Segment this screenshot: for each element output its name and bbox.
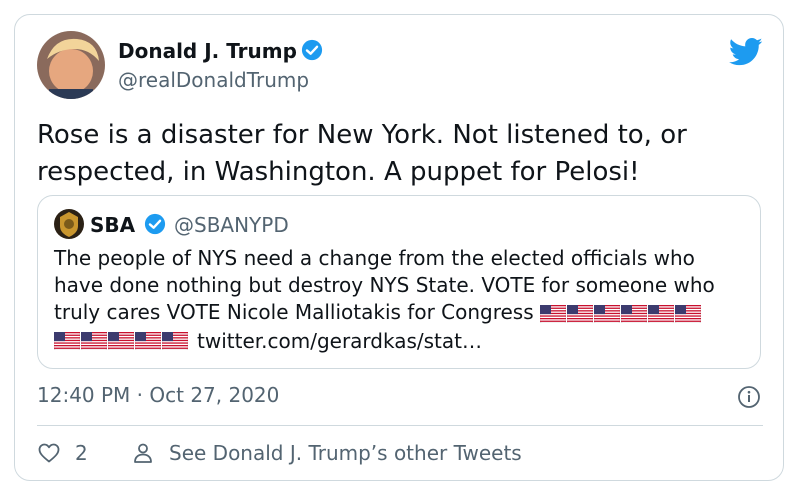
quoted-text-line: The people of NYS need a change from the…	[54, 246, 695, 270]
quoted-author-handle[interactable]: @SBANYPD	[174, 213, 289, 237]
us-flag-row	[54, 331, 189, 350]
us-flag-icon	[674, 304, 701, 323]
us-flag-row	[539, 304, 702, 323]
tweet-text-line: respected, in Washington. A puppet for P…	[37, 157, 640, 187]
us-flag-icon	[81, 331, 107, 350]
quoted-link[interactable]: twitter.com/gerardkas/stat…	[197, 329, 482, 353]
author-name[interactable]: Donald J. Trump	[118, 39, 297, 63]
verified-badge-icon	[144, 213, 166, 235]
like-button[interactable]: 2	[37, 439, 88, 467]
tweet-card[interactable]: Donald J. Trump @realDonaldTrump Rose is…	[14, 14, 784, 481]
info-icon[interactable]	[737, 385, 761, 409]
tweet-text: Rose is a disaster for New York. Not lis…	[37, 117, 767, 191]
us-flag-icon	[162, 331, 188, 350]
quoted-tweet[interactable]: SBA @SBANYPD The people of NYS need a ch…	[37, 195, 761, 369]
author-avatar-image	[37, 31, 105, 99]
quoted-author-name[interactable]: SBA	[90, 213, 135, 237]
us-flag-icon	[647, 304, 674, 323]
quoted-text-line-with-flags: truly cares VOTE Nicole Malliotakis for …	[54, 299, 754, 326]
quoted-author-avatar[interactable]	[54, 209, 84, 239]
see-other-tweets-link[interactable]: See Donald J. Trump’s other Tweets	[131, 439, 522, 467]
quoted-flags-and-link: twitter.com/gerardkas/stat…	[54, 327, 482, 354]
author-avatar[interactable]	[37, 31, 105, 99]
author-handle[interactable]: @realDonaldTrump	[118, 68, 309, 92]
us-flag-icon	[593, 304, 620, 323]
us-flag-icon	[54, 331, 80, 350]
like-count: 2	[75, 441, 88, 465]
us-flag-icon	[135, 331, 161, 350]
us-flag-icon	[566, 304, 593, 323]
see-other-tweets-label: See Donald J. Trump’s other Tweets	[169, 441, 522, 465]
person-icon	[134, 443, 152, 463]
quoted-tweet-text: The people of NYS need a change from the…	[54, 245, 754, 326]
us-flag-icon	[539, 304, 566, 323]
badge-logo-image	[54, 209, 84, 239]
divider	[37, 425, 763, 426]
quoted-text-line: have done nothing but destroy NYS State.…	[54, 273, 715, 297]
twitter-bird-icon[interactable]	[729, 37, 763, 67]
heart-icon	[38, 443, 60, 463]
verified-badge-icon	[301, 39, 323, 61]
us-flag-icon	[620, 304, 647, 323]
us-flag-icon	[108, 331, 134, 350]
quoted-text-line: truly cares VOTE Nicole Malliotakis for …	[54, 300, 534, 324]
tweet-timestamp[interactable]: 12:40 PM · Oct 27, 2020	[37, 383, 279, 407]
tweet-text-line: Rose is a disaster for New York. Not lis…	[37, 120, 687, 150]
